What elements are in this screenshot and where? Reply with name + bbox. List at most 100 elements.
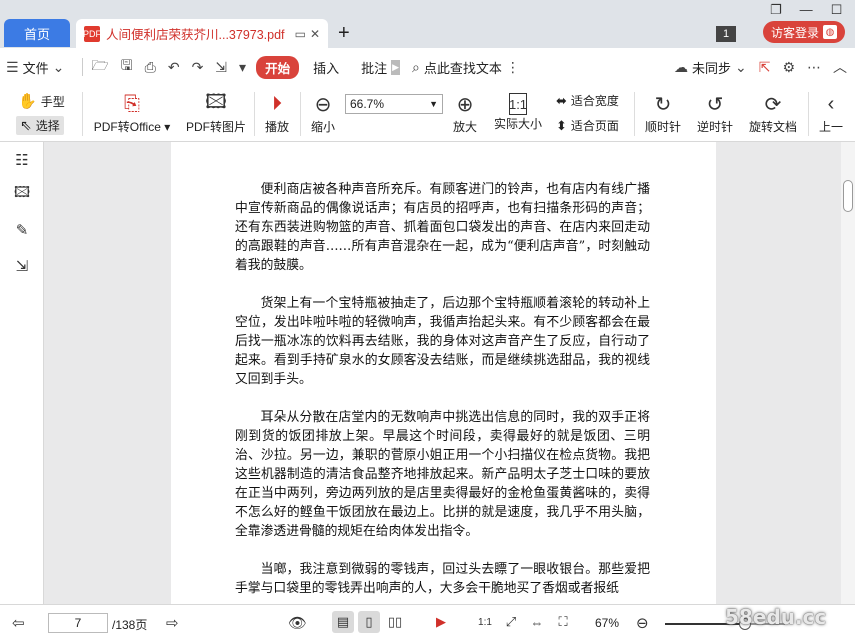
pdf-to-image-label: PDF转图片 — [185, 120, 246, 134]
rotate-document-button[interactable]: ⟳ 旋转文档 — [746, 90, 800, 135]
divider — [300, 92, 301, 136]
annotation-icon[interactable]: ✎ — [12, 220, 32, 240]
file-menu[interactable]: ☰ 文件 ⌄ — [6, 58, 64, 77]
undo-icon[interactable]: ↶ — [168, 59, 180, 76]
paragraph: 耳朵从分散在店堂内的无数响声中挑选出信息的同时，我的双手正将刚到货的饭团排放上架… — [235, 410, 650, 539]
open-folder-icon[interactable]: 🗁 — [91, 55, 108, 79]
minimize-icon[interactable]: — — [800, 2, 813, 18]
tab-annotate[interactable]: 批注 ▶ — [361, 58, 401, 77]
file-menu-label: 文件 — [22, 60, 49, 76]
hand-tool-label: 手型 — [40, 94, 65, 109]
fit-page-icon[interactable]: ⤢ — [500, 611, 522, 633]
rotate-clockwise-button[interactable]: ↻ 顺时针 — [642, 90, 684, 135]
fit-width-icon[interactable]: ⇔ — [526, 611, 548, 633]
sync-status[interactable]: ☁ 未同步 ⌄ — [674, 58, 747, 77]
print-icon[interactable]: ⎙ — [145, 59, 156, 76]
ribbon-toolbar: ✋ 手型 ⇖ 选择 ⎘ PDF转Office ▾ 🖾 PDF转图片 ⏵ 播放 ⊖… — [0, 86, 855, 142]
search-icon: ⌕ — [412, 58, 420, 75]
fit-width-button[interactable]: ⬌ 适合宽度 — [556, 92, 619, 109]
share-icon[interactable]: ⇱ — [759, 59, 771, 76]
tab-home-label: 首页 — [23, 26, 50, 42]
chevron-down-icon: ▼ — [429, 99, 438, 109]
tab-scroll-right-icon[interactable]: ▶ — [391, 59, 401, 75]
hamburger-icon: ☰ — [6, 58, 19, 75]
fit-page-icon: ⬍ — [556, 117, 567, 133]
single-page-view-icon[interactable]: ▤ — [332, 611, 354, 633]
zoom-out-button[interactable]: ⊖ 缩小 — [308, 90, 338, 135]
monitor-icon[interactable]: ▭ — [295, 27, 306, 41]
maximize-icon[interactable]: ☐ — [831, 2, 843, 18]
tab-insert[interactable]: 插入 — [313, 58, 339, 77]
hand-tool-button[interactable]: ✋ 手型 — [18, 92, 65, 110]
sync-label: 未同步 — [691, 60, 731, 76]
restore-icon[interactable]: ❐ — [770, 2, 782, 18]
actual-size-button[interactable]: 1:1 实际大小 — [492, 90, 544, 132]
select-tool-label: 选择 — [35, 119, 60, 133]
play-icon: ⏵ — [272, 92, 282, 115]
scrollbar-thumb[interactable] — [843, 180, 853, 212]
fit-page-button[interactable]: ⬍ 适合页面 — [556, 117, 619, 134]
next-page-icon[interactable]: ⇨ — [166, 612, 179, 634]
previous-page-icon[interactable]: ⇦ — [12, 612, 25, 634]
pdf-to-office-label: PDF转Office ▾ — [93, 120, 171, 134]
divider — [82, 58, 84, 76]
export-icon[interactable]: ⇲ — [215, 59, 227, 76]
pdf-to-office-button[interactable]: ⎘ PDF转Office ▾ — [92, 90, 172, 135]
paragraph: 便利商店被各种声音所充斥。有顾客进门的铃声，也有店内有线广播中宣传新商品的偶像说… — [235, 182, 650, 273]
more-vertical-icon[interactable]: ⋮ — [506, 59, 520, 76]
rotate-counterclockwise-icon: ↺ — [706, 93, 724, 116]
save-icon[interactable]: 🖫 — [121, 55, 133, 79]
actual-size-icon[interactable]: 1:1 — [474, 611, 496, 633]
tab-bar: 首页 PDF 人间便利店荣获芥川...37973.pdf ▭ ✕ + ❐ — ☐… — [0, 0, 855, 48]
zoom-out-label: 缩小 — [310, 120, 335, 134]
outline-icon[interactable]: ☷ — [12, 150, 32, 170]
play-button[interactable]: ⏵ 播放 — [262, 90, 292, 135]
cloud-icon: ☁ — [673, 58, 688, 75]
zoom-in-button[interactable]: ⊕ 放大 — [450, 90, 480, 135]
right-menu: ☁ 未同步 ⌄ ⇱ ⚙ ⋯ ︿ — [674, 48, 847, 86]
add-tab-button[interactable]: + — [338, 22, 350, 45]
window-count-badge[interactable]: 1 — [716, 26, 736, 42]
eye-protection-icon[interactable]: 👁 — [288, 612, 307, 634]
chevron-down-icon: ⌄ — [734, 58, 747, 75]
document-viewer[interactable]: 便利商店被各种声音所充斥。有顾客进门的铃声，也有店内有线广播中宣传新商品的偶像说… — [45, 142, 841, 604]
search-box[interactable]: ⌕ 点此查找文本 ⋮ — [412, 58, 520, 77]
tab-document[interactable]: PDF 人间便利店荣获芥川...37973.pdf ▭ ✕ — [76, 19, 328, 48]
rotate-document-label: 旋转文档 — [748, 120, 797, 134]
previous-button[interactable]: ‹ 上一 — [816, 90, 846, 135]
close-tab-icon[interactable]: ✕ — [310, 27, 320, 41]
more-horizontal-icon[interactable]: ⋯ — [807, 59, 821, 76]
export-pdf-icon[interactable]: ⇲ — [12, 256, 32, 276]
rotate-counterclockwise-button[interactable]: ↺ 逆时针 — [694, 90, 736, 135]
divider — [808, 92, 809, 136]
zoom-out-icon[interactable]: ⊖ — [636, 612, 649, 634]
tab-home[interactable]: 首页 — [4, 19, 70, 47]
settings-gear-icon[interactable]: ⚙ — [782, 59, 795, 76]
fit-width-icon: ⬌ — [556, 92, 567, 108]
zoom-select[interactable]: 66.7% ▼ — [345, 94, 443, 114]
login-button[interactable]: 访客登录 ◍ — [763, 21, 845, 43]
divider — [254, 92, 255, 136]
pdf-to-image-button[interactable]: 🖾 PDF转图片 — [184, 90, 248, 135]
watermark: 58edu.cc — [725, 605, 827, 629]
tab-annotate-label: 批注 — [361, 60, 388, 76]
thumbnails-icon[interactable]: 🖾 — [12, 184, 32, 204]
vertical-scrollbar[interactable] — [841, 142, 855, 604]
fit-width-label: 适合宽度 — [570, 94, 619, 108]
select-tool-button[interactable]: ⇖ 选择 — [16, 116, 64, 135]
continuous-view-icon[interactable]: ▯ — [358, 611, 380, 633]
rotate-clockwise-label: 顺时针 — [644, 120, 681, 134]
two-page-view-icon[interactable]: ▯▯ — [384, 611, 406, 633]
actual-size-icon: 1:1 — [509, 93, 527, 115]
quick-tools: 🗁 🖫 ⎙ ↶ ↷ ⇲ ▾ — [91, 55, 246, 79]
page-number-input[interactable]: 7 — [48, 613, 108, 633]
collapse-ribbon-icon[interactable]: ︿ — [833, 57, 847, 77]
dropdown-arrow-icon[interactable]: ▾ — [239, 59, 246, 76]
user-icon: ◍ — [823, 25, 837, 39]
play-icon[interactable]: ▶ — [430, 611, 452, 633]
redo-icon[interactable]: ↷ — [192, 59, 204, 76]
tab-start[interactable]: 开始 — [256, 55, 300, 79]
chevron-left-icon: ‹ — [827, 92, 835, 115]
fullscreen-icon[interactable]: ⛶ — [552, 611, 574, 633]
zoom-in-icon: ⊕ — [456, 93, 474, 116]
